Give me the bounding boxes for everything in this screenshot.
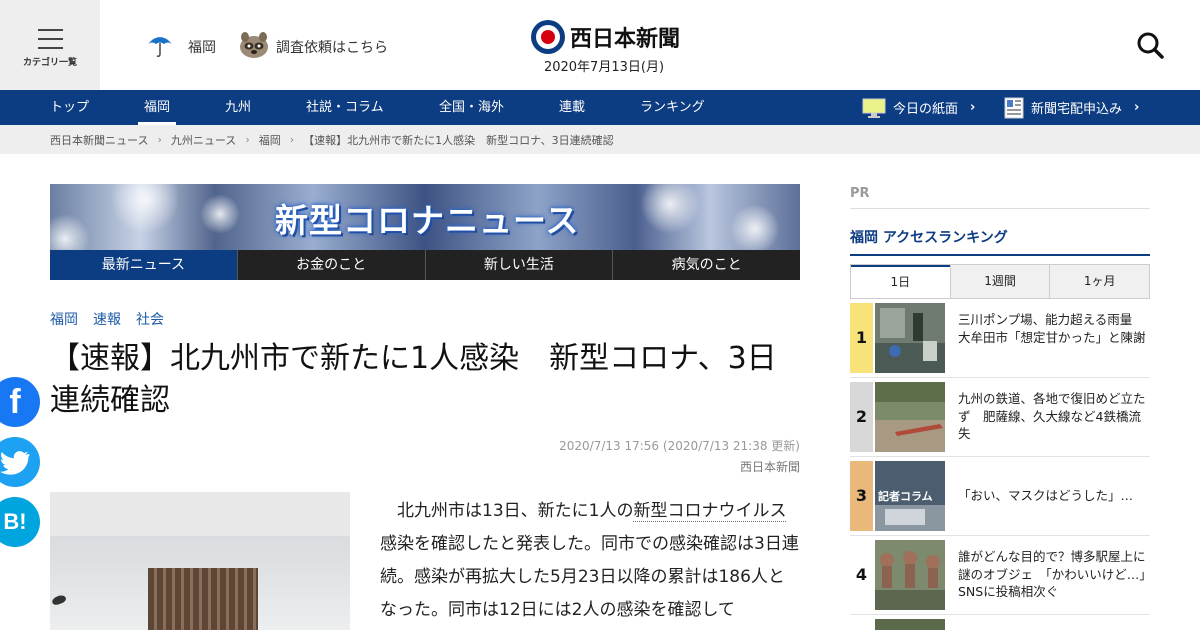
- ranking-item[interactable]: 4 誰がどんな目的で？博多駅屋上に謎のオブジェ 「かわいいけど…」SNSに投稿相…: [850, 540, 1150, 610]
- nav-item-kyushu[interactable]: 九州: [225, 90, 251, 125]
- hatena-bookmark-button[interactable]: B!: [0, 497, 40, 547]
- hamburger-icon: [38, 29, 63, 49]
- rank-number: 2: [850, 382, 873, 452]
- current-date: 2020年7月13日(月): [543, 60, 665, 75]
- ranking-item[interactable]: 1 三川ポンプ場、能力超える雨量 大牟田市「想定甘かった」と陳謝: [850, 303, 1150, 373]
- pr-label: PR: [850, 186, 870, 201]
- column-caption: 記者コラム: [878, 490, 933, 503]
- monitor-icon: [862, 98, 886, 118]
- article-meta: 2020/7/13 17:56 (2020/7/13 21:38 更新) 西日本…: [559, 436, 800, 478]
- tab-1-week[interactable]: 1週間: [949, 265, 1050, 298]
- keyword-link[interactable]: 新型コロナウイルス: [633, 501, 787, 522]
- newspaper-icon: [1004, 97, 1024, 118]
- tag-society[interactable]: 社会: [136, 309, 164, 329]
- subtab-money[interactable]: お金のこと: [236, 250, 425, 280]
- facebook-icon: f: [9, 382, 21, 421]
- building-image: [148, 568, 258, 630]
- subtab-illness[interactable]: 病気のこと: [612, 250, 800, 280]
- tag-fukuoka[interactable]: 福岡: [50, 309, 78, 329]
- chevron-right-icon: ›: [970, 100, 976, 115]
- site-logo[interactable]: 西日本新聞: [530, 19, 680, 55]
- rank-number: 3: [850, 461, 873, 531]
- ranking-title: 福岡 アクセスランキング: [850, 230, 1008, 246]
- breadcrumb-item-kyushu[interactable]: 九州ニュース: [171, 132, 236, 148]
- breadcrumb-item-fukuoka[interactable]: 福岡: [259, 132, 281, 148]
- ranking-thumbnail: 記者コラム: [875, 461, 945, 531]
- chevron-right-icon: ›: [1134, 100, 1140, 115]
- todays-paper-link[interactable]: 今日の紙面 ›: [862, 90, 975, 125]
- banner-subtabs: 最新ニュース お金のこと 新しい生活 病気のこと: [50, 250, 800, 280]
- divider: [850, 614, 1150, 615]
- todays-paper-label: 今日の紙面: [893, 102, 959, 117]
- tab-1-month[interactable]: 1ヶ月: [1049, 265, 1150, 298]
- category-menu-button[interactable]: カテゴリ一覧: [0, 0, 100, 90]
- chevron-right-icon: ›: [157, 133, 162, 146]
- nav-item-series[interactable]: 連載: [559, 90, 585, 125]
- facebook-share-button[interactable]: f: [0, 377, 40, 427]
- banner-title: 新型コロナニュース: [275, 201, 580, 240]
- logo-mark-icon: [531, 20, 565, 54]
- article-photo[interactable]: [50, 492, 350, 630]
- nav-item-ranking[interactable]: ランキング: [640, 90, 705, 125]
- divider: [850, 377, 1150, 378]
- investigation-request-link[interactable]: 調査依頼はこちら: [276, 37, 388, 57]
- rank-number: 4: [850, 540, 873, 610]
- nav-item-fukuoka[interactable]: 福岡: [137, 90, 177, 125]
- divider: [850, 208, 1150, 209]
- divider: [850, 535, 1150, 536]
- ranking-item[interactable]: 2 九州の鉄道、各地で復旧めど立たず 肥薩線、久大線など4鉄橋流失: [850, 382, 1150, 452]
- site-header: カテゴリ一覧 福岡 調査依頼はこちら 西日本新聞 2020年7月13日(月): [0, 0, 1200, 90]
- hatena-icon: B!: [3, 509, 27, 534]
- corona-news-banner[interactable]: 新型コロナニュース: [50, 184, 800, 250]
- twitter-bird-icon: [0, 451, 30, 475]
- ranking-tabs: 1日 1週間 1ヶ月: [850, 264, 1150, 299]
- divider: [850, 254, 1150, 256]
- subtab-latest-news[interactable]: 最新ニュース: [50, 250, 237, 280]
- subtab-new-life[interactable]: 新しい生活: [424, 250, 613, 280]
- raccoon-mascot-icon[interactable]: [238, 30, 270, 60]
- divider: [850, 456, 1150, 457]
- umbrella-icon[interactable]: [146, 32, 174, 58]
- delivery-signup-link[interactable]: 新聞宅配申込み ›: [1004, 90, 1139, 125]
- article-tags: 福岡 速報 社会: [50, 309, 164, 329]
- ranking-headline: 九州の鉄道、各地で復旧めど立たず 肥薩線、久大線など4鉄橋流失: [958, 391, 1146, 441]
- ranking-thumbnail: [875, 303, 945, 373]
- article-source: 西日本新聞: [739, 460, 800, 474]
- breadcrumb-item-current: 【速報】北九州市で新たに1人感染 新型コロナ、3日連続確認: [303, 133, 614, 147]
- breadcrumb: 西日本新聞ニュース › 九州ニュース › 福岡 › 【速報】北九州市で新たに1人…: [0, 125, 1200, 154]
- category-menu-label: カテゴリ一覧: [22, 58, 77, 68]
- search-icon[interactable]: [1136, 31, 1164, 59]
- tab-1-day[interactable]: 1日: [851, 265, 950, 298]
- chevron-right-icon: ›: [245, 133, 250, 146]
- breadcrumb-item-home[interactable]: 西日本新聞ニュース: [50, 132, 148, 148]
- rank-number: 1: [850, 303, 873, 373]
- ranking-thumbnail: [875, 619, 945, 630]
- delivery-signup-label: 新聞宅配申込み: [1031, 102, 1123, 117]
- ranking-thumbnail: [875, 382, 945, 452]
- ranking-item[interactable]: 3 記者コラム 「おい、マスクはどうした」…: [850, 461, 1150, 531]
- article-headline: 【速報】北九州市で新たに1人感染 新型コロナ、3日連続確認: [50, 341, 777, 418]
- tag-breaking[interactable]: 速報: [93, 309, 121, 329]
- article-timestamp: 2020/7/13 17:56 (2020/7/13 21:38 更新): [559, 439, 800, 453]
- ranking-thumbnail: [875, 540, 945, 610]
- article-body: 北九州市は13日、新たに1人の新型コロナウイルス感染を確認したと発表した。同市で…: [380, 501, 799, 620]
- location-link[interactable]: 福岡: [188, 37, 216, 57]
- ranking-headline: 誰がどんな目的で？博多駅屋上に謎のオブジェ 「かわいいけど…」SNSに投稿相次ぐ: [958, 549, 1146, 599]
- nav-item-national[interactable]: 全国・海外: [439, 90, 504, 125]
- ranking-headline: 三川ポンプ場、能力超える雨量 大牟田市「想定甘かった」と陳謝: [958, 312, 1146, 345]
- ranking-headline: 「おい、マスクはどうした」…: [958, 488, 1134, 503]
- twitter-share-button[interactable]: [0, 437, 40, 487]
- nav-item-editorial[interactable]: 社説・コラム: [306, 90, 384, 125]
- nav-item-top[interactable]: トップ: [50, 90, 89, 125]
- chevron-right-icon: ›: [289, 133, 295, 146]
- main-nav: トップ 福岡 九州 社説・コラム 全国・海外 連載 ランキング 今日の紙面 › …: [0, 90, 1200, 125]
- logo-text: 西日本新聞: [570, 26, 681, 52]
